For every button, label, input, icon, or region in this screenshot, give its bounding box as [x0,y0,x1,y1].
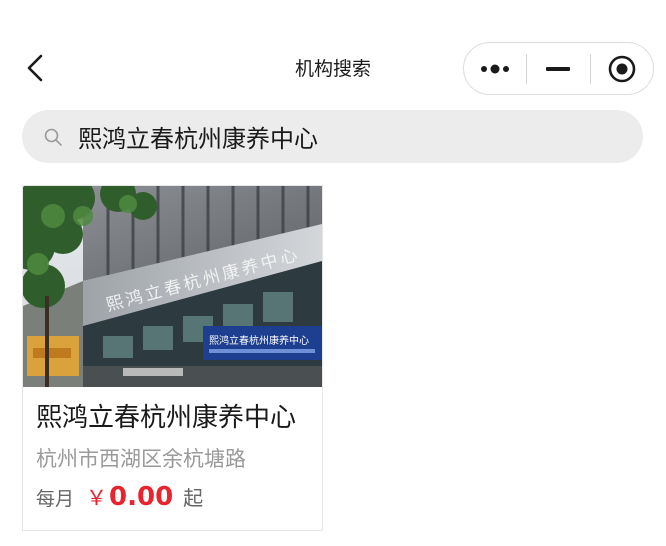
minimize-icon [546,66,571,71]
search-bar[interactable] [22,110,643,163]
more-button[interactable] [464,43,526,94]
price-row: 每月 ￥ 0.00 起 [36,482,203,512]
search-icon [42,126,64,148]
result-card[interactable]: 熙鸿立春杭州康养中心 熙鸿立春杭州康养中心 熙鸿立春杭州康养中心 杭州市西湖区余… [22,185,323,531]
price-prefix: 每月 [36,488,75,510]
price-suffix: 起 [183,486,204,510]
minimize-button[interactable] [527,43,589,94]
close-button[interactable] [591,43,653,94]
more-dots-icon [481,64,510,73]
target-circle-icon [608,55,636,82]
navigation-bar: 机构搜索 [0,0,666,100]
price-value: 0.00 [109,482,174,512]
search-input[interactable] [78,116,618,157]
facility-photo: 熙鸿立春杭州康养中心 熙鸿立春杭州康养中心 [23,186,322,387]
svg-text:熙鸿立春杭州康养中心: 熙鸿立春杭州康养中心 [209,334,309,347]
facility-name: 熙鸿立春杭州康养中心 [36,403,297,433]
facility-address: 杭州市西湖区余杭塘路 [36,447,246,471]
mini-program-capsule [463,42,654,95]
currency-symbol: ￥ [86,486,108,510]
